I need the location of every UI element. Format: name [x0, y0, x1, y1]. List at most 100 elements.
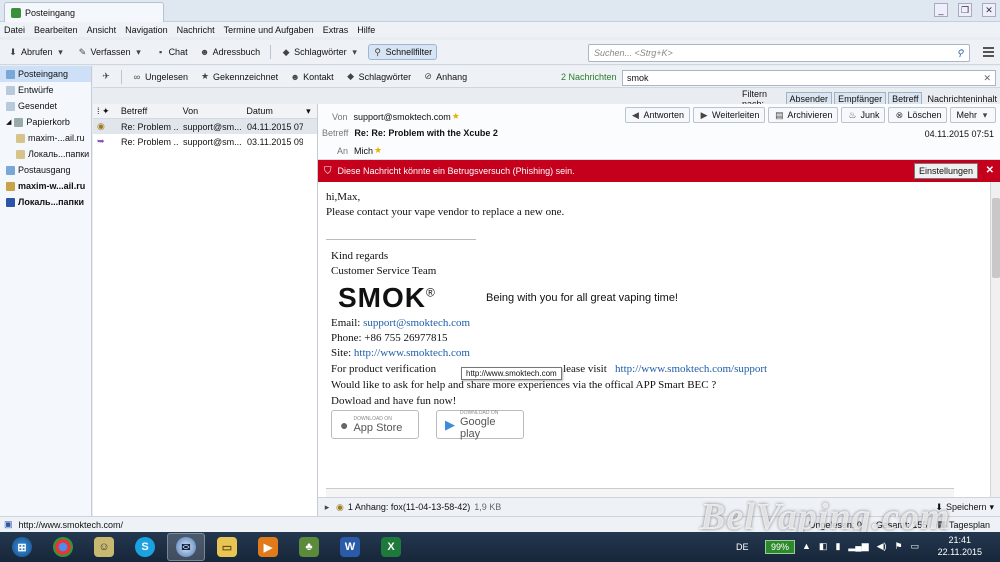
- star-icon[interactable]: ★: [452, 111, 460, 122]
- online-status-icon[interactable]: ▣: [4, 519, 13, 530]
- site-link[interactable]: http://www.smoktech.com: [354, 347, 470, 359]
- folder-papierkorb[interactable]: ◢ Papierkorb: [0, 114, 91, 130]
- folder-gesendet[interactable]: Gesendet: [0, 98, 91, 114]
- taskbar-game[interactable]: ♣: [290, 533, 328, 561]
- more-button[interactable]: Mehr ▾: [950, 107, 996, 123]
- junk-label: Junk: [860, 110, 880, 120]
- column-betreff[interactable]: Betreff: [117, 106, 179, 116]
- table-row[interactable]: ◉ Re: Problem ... support@sm... 04.11.20…: [93, 119, 317, 134]
- minimize-icon[interactable]: _: [934, 3, 948, 17]
- search-input[interactable]: Suchen... <Strg+K> ⚲: [588, 44, 970, 62]
- tagesplan-button[interactable]: ▦ Tagesplan: [937, 519, 990, 530]
- menu-bearbeiten[interactable]: Bearbeiten: [34, 25, 78, 35]
- taskbar-thunderbird[interactable]: ✉: [167, 533, 205, 561]
- account-local[interactable]: Локаль...папки: [0, 194, 91, 210]
- menu-termine[interactable]: Termine und Aufgaben: [224, 25, 314, 35]
- verfassen-button[interactable]: ✎ Verfassen ▾: [74, 45, 148, 59]
- tray-flag-icon[interactable]: ⚑: [895, 541, 903, 552]
- battery-indicator[interactable]: 99%: [765, 540, 795, 554]
- start-button[interactable]: ⊞: [3, 533, 41, 561]
- more-label: Mehr: [956, 110, 977, 120]
- tray-app-icon[interactable]: ◧: [819, 541, 828, 552]
- quick-filter-input[interactable]: smok ✕: [622, 70, 996, 86]
- restore-icon[interactable]: ❐: [958, 3, 972, 17]
- search-icon[interactable]: ⚲: [955, 48, 965, 58]
- chat-button[interactable]: ▪ Chat: [152, 45, 192, 59]
- tray-signal-icon[interactable]: ▂▄▆: [848, 541, 868, 552]
- quoted-text-edge: [326, 488, 954, 497]
- email-link[interactable]: support@smoktech.com: [363, 317, 470, 329]
- junk-button[interactable]: ♨ Junk: [841, 107, 886, 123]
- close-icon[interactable]: ✕: [982, 3, 996, 17]
- from-address[interactable]: support@smoktech.com: [354, 112, 451, 122]
- phishing-settings-button[interactable]: Einstellungen: [913, 163, 978, 179]
- smok-logo: SMOK®: [338, 282, 436, 314]
- tray-volume-icon[interactable]: ◀): [877, 541, 887, 552]
- menu-hilfe[interactable]: Hilfe: [357, 25, 375, 35]
- expand-arrow-icon[interactable]: ▸: [322, 502, 332, 512]
- menu-ansicht[interactable]: Ansicht: [87, 25, 117, 35]
- delete-button[interactable]: ⊗ Löschen: [888, 107, 948, 123]
- column-picker-icon[interactable]: ▾: [302, 106, 317, 117]
- folder-postausgang[interactable]: Postausgang: [0, 162, 91, 178]
- taskbar-app[interactable]: ☺: [85, 533, 123, 561]
- adressbuch-label: Adressbuch: [212, 47, 261, 57]
- taskbar-excel[interactable]: X: [372, 533, 410, 561]
- table-row[interactable]: ➥ Re: Problem ... support@sm... 03.11.20…: [93, 134, 317, 149]
- folder-icon: ▭: [217, 537, 237, 557]
- close-icon[interactable]: ✕: [986, 165, 994, 176]
- column-thread-icon[interactable]: ⁞ ✦: [93, 106, 117, 117]
- abrufen-button[interactable]: ⬇ Abrufen ▾: [4, 45, 70, 59]
- body-scrollbar[interactable]: [990, 182, 1000, 497]
- column-von[interactable]: Von: [179, 106, 243, 116]
- menu-extras[interactable]: Extras: [323, 25, 349, 35]
- google-play-button[interactable]: ▶ DOWNLOAD ON Google play: [436, 410, 524, 440]
- tray-network-icon[interactable]: ▮: [835, 541, 840, 552]
- expand-arrow-icon[interactable]: ◢: [6, 118, 11, 126]
- tray-display-icon[interactable]: ▭: [911, 541, 920, 552]
- taskbar-explorer[interactable]: ▭: [208, 533, 246, 561]
- folder-label: Gesendet: [18, 101, 58, 111]
- attachment-label[interactable]: 1 Anhang: fox(11-04-13-58-42): [348, 502, 470, 512]
- filter-ungelesen[interactable]: ∞ Ungelesen: [128, 70, 192, 84]
- column-datum[interactable]: Datum: [242, 106, 302, 116]
- tray-arrow-icon[interactable]: ▲: [802, 541, 811, 552]
- scrollbar-thumb[interactable]: [992, 198, 1000, 278]
- language-indicator[interactable]: DE: [736, 542, 749, 552]
- app-menu-icon[interactable]: [980, 44, 996, 60]
- taskbar-clock[interactable]: 21:41 22.11.2015: [938, 534, 982, 558]
- taskbar-word[interactable]: W: [331, 533, 369, 561]
- tab-posteingang[interactable]: Posteingang: [4, 2, 164, 22]
- to-address[interactable]: Mich: [354, 146, 373, 156]
- filter-gekennzeichnet[interactable]: ★ Gekennzeichnet: [196, 70, 282, 84]
- folder-maxim-sub[interactable]: maxim-...ail.ru: [0, 130, 91, 146]
- sticky-filter-button[interactable]: ✈: [97, 70, 115, 84]
- menu-nachricht[interactable]: Nachricht: [177, 25, 215, 35]
- reply-button[interactable]: ◀ Antworten: [624, 107, 691, 123]
- clear-icon[interactable]: ✕: [983, 73, 991, 84]
- filter-anhang[interactable]: ⊘ Anhang: [419, 70, 471, 84]
- support-link[interactable]: http://www.smoktech.com/support: [615, 363, 767, 375]
- taskbar-skype[interactable]: S: [126, 533, 164, 561]
- schlagwoerter-button[interactable]: ◆ Schlagwörter ▾: [277, 45, 364, 59]
- adressbuch-button[interactable]: ☻ Adressbuch: [196, 45, 265, 59]
- filter-kontakt[interactable]: ☻ Kontakt: [286, 70, 338, 84]
- folder-entwuerfe[interactable]: Entwürfe: [0, 82, 91, 98]
- account-maxim[interactable]: maxim-w...ail.ru: [0, 178, 91, 194]
- folder-posteingang[interactable]: Posteingang: [0, 66, 91, 82]
- chevron-down-icon[interactable]: ▾: [134, 47, 144, 57]
- archive-button[interactable]: ▤ Archivieren: [768, 107, 839, 123]
- play-icon: ▶: [445, 416, 455, 432]
- chevron-down-icon[interactable]: ▾: [56, 47, 66, 57]
- app-store-button[interactable]: ● DOWNLOAD ON App Store: [331, 410, 419, 439]
- schnellfilter-button[interactable]: ⚲ Schnellfilter: [367, 44, 438, 60]
- forward-button[interactable]: ▶ Weiterleiten: [693, 107, 766, 123]
- taskbar-chrome[interactable]: [44, 533, 82, 561]
- star-icon[interactable]: ★: [374, 145, 382, 156]
- menu-navigation[interactable]: Navigation: [125, 25, 168, 35]
- taskbar-media[interactable]: ▶: [249, 533, 287, 561]
- menu-datei[interactable]: Datei: [4, 25, 25, 35]
- folder-local-sub[interactable]: Локаль...папки: [0, 146, 91, 162]
- filter-schlagwoerter[interactable]: ◆ Schlagwörter: [342, 70, 416, 84]
- save-attachment-button[interactable]: ⬇ Speichern ▾: [935, 502, 994, 513]
